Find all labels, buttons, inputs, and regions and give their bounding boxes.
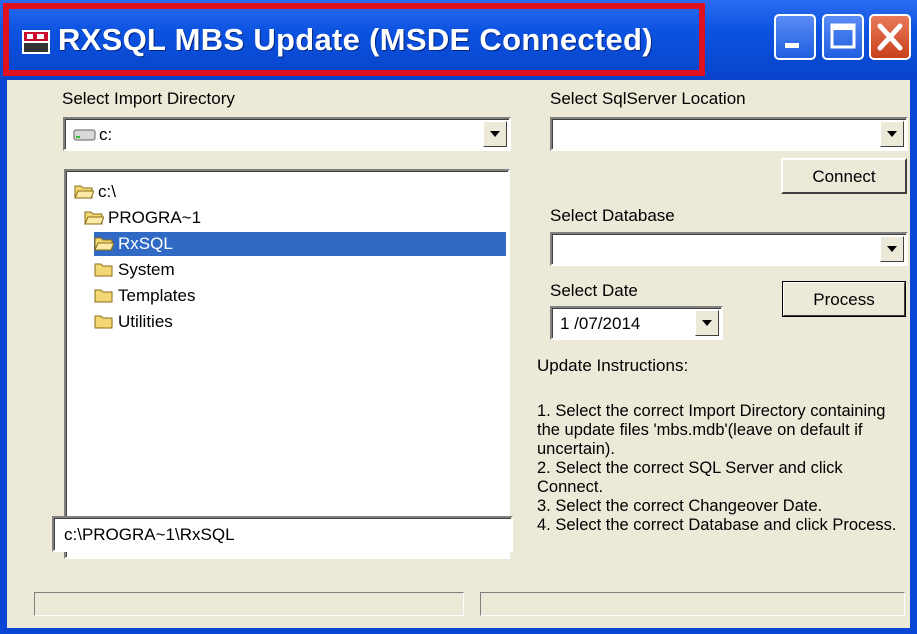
- chevron-down-icon: [887, 131, 897, 137]
- tree-item-system[interactable]: System: [94, 258, 234, 282]
- folder-icon: [94, 289, 113, 303]
- sqlserver-label: Select SqlServer Location: [550, 89, 746, 108]
- maximize-icon: [830, 23, 856, 49]
- tree-item-label: Templates: [118, 286, 196, 305]
- database-select[interactable]: [550, 232, 908, 266]
- instruction-step-1: 1. Select the correct Import Directory c…: [537, 402, 886, 458]
- selected-path-field[interactable]: c:\PROGRA~1\RxSQL: [52, 516, 513, 552]
- drive-select-value: c:: [99, 125, 113, 144]
- tree-item-label: RxSQL: [118, 234, 173, 253]
- close-button[interactable]: [869, 14, 911, 60]
- app-window: RXSQL MBS Update (MSDE Connected) Select…: [0, 0, 917, 634]
- sqlserver-dropdown-button[interactable]: [880, 121, 904, 147]
- tree-item-label: Utilities: [118, 312, 173, 331]
- import-directory-label: Select Import Directory: [62, 89, 235, 108]
- date-picker-value: 1 /07/2014: [560, 314, 641, 333]
- tree-item-utilities[interactable]: Utilities: [94, 310, 234, 334]
- status-bar-panel-right: [480, 592, 905, 616]
- drive-icon: [73, 129, 96, 141]
- chevron-down-icon: [702, 320, 712, 326]
- tree-item-label: PROGRA~1: [108, 208, 202, 227]
- minimize-button[interactable]: [774, 14, 816, 60]
- maximize-button[interactable]: [822, 14, 864, 60]
- date-picker[interactable]: 1 /07/2014: [550, 306, 723, 340]
- instruction-step-3: 3. Select the correct Changeover Date.: [537, 497, 823, 515]
- tree-item-progra[interactable]: PROGRA~1: [84, 206, 224, 230]
- date-dropdown-button[interactable]: [695, 310, 719, 336]
- database-dropdown-button[interactable]: [880, 236, 904, 262]
- open-folder-icon: [74, 185, 94, 199]
- close-icon: [877, 23, 903, 51]
- database-label: Select Database: [550, 206, 675, 225]
- tree-item-label: System: [118, 260, 175, 279]
- tree-item-c[interactable]: c:\: [74, 180, 134, 204]
- folder-icon: [94, 263, 113, 277]
- chevron-down-icon: [490, 131, 500, 137]
- tree-item-rxsql[interactable]: RxSQL: [94, 232, 506, 256]
- open-folder-icon: [94, 237, 114, 251]
- connect-button[interactable]: Connect: [781, 158, 907, 194]
- client-area: Select Import Directory c: c:\ PROGRA~1 …: [7, 80, 910, 628]
- status-bar-panel-left: [34, 592, 464, 616]
- selected-path-value: c:\PROGRA~1\RxSQL: [64, 525, 235, 544]
- process-button[interactable]: Process: [782, 281, 906, 317]
- process-button-label: Process: [813, 290, 875, 309]
- folder-icon: [94, 315, 113, 329]
- instruction-step-4: 4. Select the correct Database and click…: [537, 516, 897, 534]
- directory-tree[interactable]: c:\ PROGRA~1 RxSQL System Templates Util…: [64, 169, 510, 559]
- tree-item-templates[interactable]: Templates: [94, 284, 254, 308]
- open-folder-icon: [84, 211, 104, 225]
- instructions-text: 1. Select the correct Import Directory c…: [537, 402, 909, 535]
- drive-select-dropdown-button[interactable]: [483, 121, 507, 147]
- title-highlight-box: [3, 3, 705, 76]
- title-bar[interactable]: RXSQL MBS Update (MSDE Connected): [0, 0, 917, 80]
- connect-button-label: Connect: [812, 167, 876, 186]
- minimize-icon: [785, 43, 799, 48]
- instructions-heading: Update Instructions:: [537, 356, 689, 375]
- sqlserver-select[interactable]: [550, 117, 908, 151]
- date-label: Select Date: [550, 281, 638, 300]
- drive-select[interactable]: c:: [63, 117, 511, 151]
- instruction-step-2: 2. Select the correct SQL Server and cli…: [537, 459, 843, 496]
- tree-item-label: c:\: [98, 182, 116, 201]
- chevron-down-icon: [887, 246, 897, 252]
